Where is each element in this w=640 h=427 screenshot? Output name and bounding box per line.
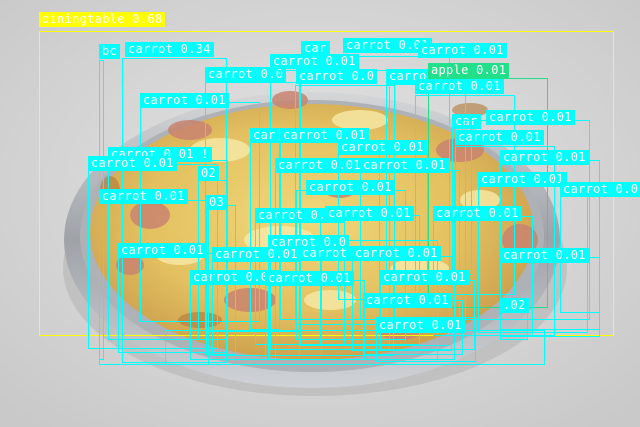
detection-label: carrot 0.01 bbox=[338, 140, 427, 155]
detection-label: .02 bbox=[500, 298, 529, 313]
detection-label: carrot 0.01 bbox=[212, 247, 301, 262]
detection-label: carrot 0.01 bbox=[500, 248, 589, 263]
detection-label: 02 bbox=[198, 166, 220, 181]
detection-label: carrot 0.01 bbox=[486, 110, 575, 125]
detection-label: bc bbox=[99, 44, 121, 59]
detection-label: carrot 0.01 bbox=[360, 158, 449, 173]
detection-label: carrot 0.01 bbox=[415, 79, 504, 94]
detection-label: carrot 0.01 bbox=[433, 206, 522, 221]
detection-label: carrot 0.01 bbox=[500, 150, 589, 165]
detection-label: carrot 0.01 bbox=[363, 293, 452, 308]
detection-label: carrot 0.01 bbox=[118, 243, 207, 258]
detection-label: carrot 0.01 bbox=[455, 130, 544, 145]
detection-label: carrot 0.0 bbox=[296, 69, 378, 84]
detection-label: carrot 0.01 bbox=[478, 172, 567, 187]
detection-label: carrot 0.01 bbox=[88, 156, 177, 171]
detection-label: carrot 0.34 bbox=[125, 42, 214, 57]
detection-label: carrot 0.01 bbox=[270, 54, 359, 69]
detection-box bbox=[165, 330, 545, 365]
detection-label: carrot 0.01 bbox=[380, 270, 469, 285]
detection-label: carrot 0.01 bbox=[306, 180, 395, 195]
detection-label: carrot 0.01 bbox=[325, 206, 414, 221]
detection-label: car bbox=[250, 128, 279, 143]
detection-label: carrot 0.01 bbox=[99, 189, 188, 204]
detection-label: 03 bbox=[206, 195, 228, 210]
detection-label: carrot 0.01 bbox=[275, 158, 364, 173]
detection-label: carrot 0.01 bbox=[352, 246, 441, 261]
detection-label: carrot 0.01 bbox=[140, 93, 229, 108]
detection-label: carrot 0.01 bbox=[265, 271, 354, 286]
detection-label: apple 0.01 bbox=[428, 63, 510, 78]
detection-label: carrot 0.01 bbox=[418, 43, 507, 58]
detection-label: diningtable 0.68 bbox=[39, 12, 166, 27]
detection-label: carrot 0.01 bbox=[560, 182, 640, 197]
